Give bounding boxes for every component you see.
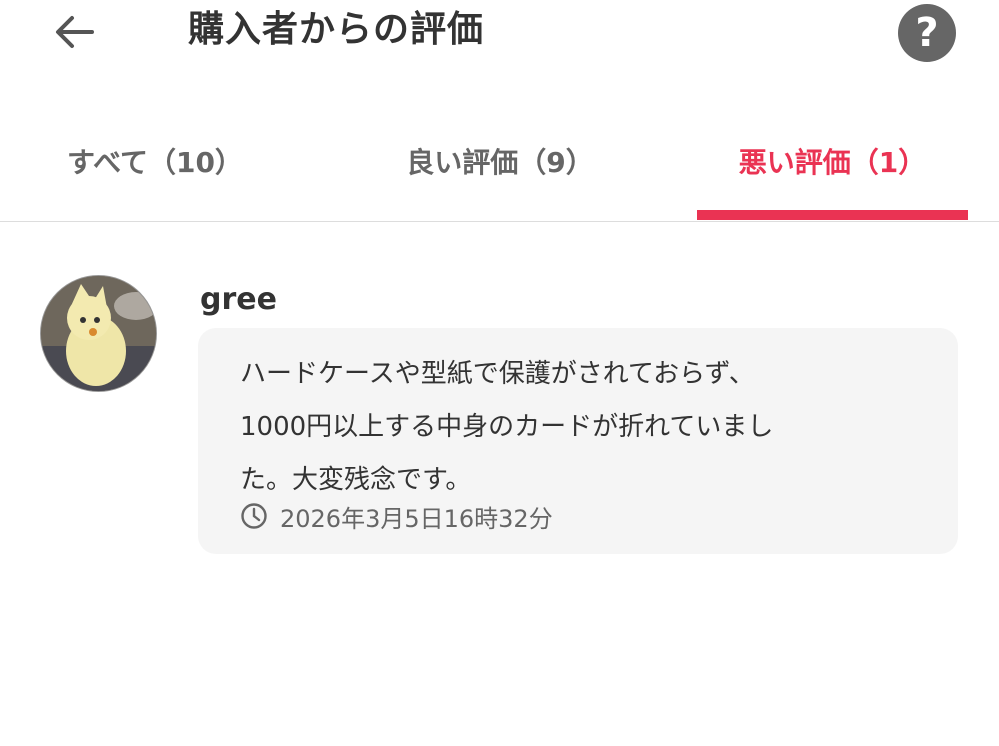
- back-button[interactable]: [48, 6, 100, 58]
- clock-icon: [241, 503, 267, 529]
- review-timestamp: 2026年3月5日16時32分: [280, 504, 553, 533]
- page-title: 購入者からの評価: [188, 9, 485, 50]
- question-icon: ?: [915, 10, 939, 56]
- tab-bad[interactable]: 悪い評価（1）: [697, 120, 968, 202]
- review-comment: ハードケースや型紙で保護がされておらず、 1000円以上する中身のカードが折れて…: [240, 348, 900, 507]
- avatar-image: [41, 276, 156, 391]
- timestamp-row: 2026年3月5日16時32分: [240, 498, 553, 534]
- rating-tabs: すべて（10） 良い評価（9） 悪い評価（1）: [0, 120, 999, 222]
- active-tab-indicator: [697, 210, 968, 220]
- comment-line: ハードケースや型紙で保護がされておらず、: [240, 359, 755, 389]
- review-bubble: ハードケースや型紙で保護がされておらず、 1000円以上する中身のカードが折れて…: [198, 328, 958, 554]
- reviewer-name[interactable]: gree: [200, 280, 277, 320]
- avatar[interactable]: [40, 275, 157, 392]
- tab-good[interactable]: 良い評価（9）: [365, 120, 635, 202]
- tab-all[interactable]: すべて（10）: [30, 120, 280, 202]
- help-button[interactable]: ?: [898, 4, 956, 62]
- comment-line: 1000円以上する中身のカードが折れていまし: [240, 412, 774, 442]
- arrow-left-icon: [56, 16, 94, 48]
- app-header: 購入者からの評価 ?: [0, 0, 999, 70]
